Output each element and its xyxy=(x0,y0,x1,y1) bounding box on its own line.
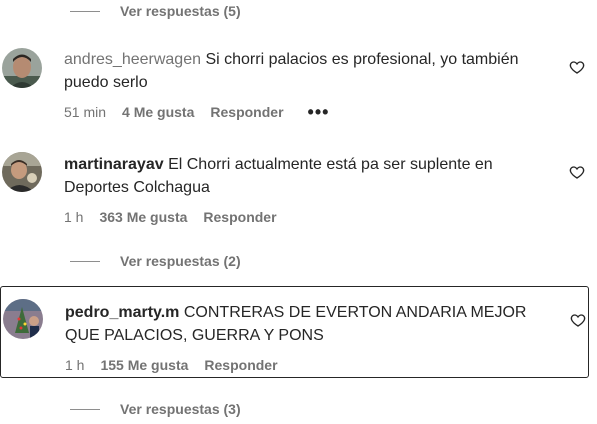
avatar[interactable] xyxy=(3,299,43,339)
comment-username[interactable]: andres_heerwagen xyxy=(64,51,201,68)
view-replies-button[interactable]: Ver respuestas (5) xyxy=(70,1,241,21)
reply-button[interactable]: Responder xyxy=(210,104,283,120)
divider-line xyxy=(70,260,100,262)
comment-username[interactable]: martinarayav xyxy=(64,156,164,173)
like-heart-icon[interactable] xyxy=(569,164,585,180)
comment-meta: 1 h 155 Me gusta Responder xyxy=(65,355,278,375)
avatar[interactable] xyxy=(2,48,42,88)
comment-item-focused: pedro_marty.m CONTRERAS DE EVERTON ANDAR… xyxy=(0,286,589,378)
view-replies-label: Ver respuestas (5) xyxy=(120,3,241,19)
divider-line xyxy=(70,408,100,410)
divider-line xyxy=(70,10,100,12)
comment-meta: 51 min 4 Me gusta Responder ••• xyxy=(64,102,329,122)
comment-time: 51 min xyxy=(64,104,107,120)
like-heart-icon[interactable] xyxy=(570,312,586,328)
like-heart-icon[interactable] xyxy=(569,59,585,75)
comment-time: 1 h xyxy=(65,357,85,373)
view-replies-label: Ver respuestas (3) xyxy=(120,401,241,417)
comment-body: martinarayav El Chorri actualmente está … xyxy=(64,153,561,199)
more-options-icon[interactable]: ••• xyxy=(308,103,330,121)
like-count[interactable]: 363 Me gusta xyxy=(99,209,187,225)
like-count[interactable]: 4 Me gusta xyxy=(122,104,194,120)
avatar[interactable] xyxy=(2,152,42,192)
reply-button[interactable]: Responder xyxy=(203,209,276,225)
view-replies-button[interactable]: Ver respuestas (2) xyxy=(70,251,241,271)
comment-time: 1 h xyxy=(64,209,84,225)
reply-button[interactable]: Responder xyxy=(204,357,277,373)
comments-panel: Ver respuestas (5) andres_heerwagen Si c… xyxy=(0,0,597,424)
like-count[interactable]: 155 Me gusta xyxy=(100,357,188,373)
comment-item: andres_heerwagen Si chorri palacios es p… xyxy=(0,44,589,126)
view-replies-label: Ver respuestas (2) xyxy=(120,253,241,269)
comment-body: pedro_marty.m CONTRERAS DE EVERTON ANDAR… xyxy=(65,301,560,347)
view-replies-button[interactable]: Ver respuestas (3) xyxy=(70,399,241,419)
comment-meta: 1 h 363 Me gusta Responder xyxy=(64,207,277,227)
comment-username[interactable]: pedro_marty.m xyxy=(65,304,179,321)
comment-item: martinarayav El Chorri actualmente está … xyxy=(0,150,589,232)
comment-body: andres_heerwagen Si chorri palacios es p… xyxy=(64,48,561,94)
